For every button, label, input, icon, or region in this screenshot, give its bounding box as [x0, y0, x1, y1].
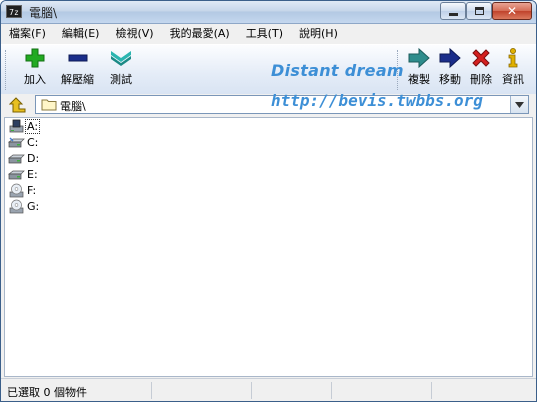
app-window: 7z 電腦\ ✕ 檔案(F) 編輯(E) 檢視(V) 我的最愛(A) 工具(T)…: [0, 0, 537, 402]
drive-label: C:: [27, 135, 39, 149]
move-button[interactable]: 移動: [438, 47, 462, 87]
info-button[interactable]: 資訊: [501, 47, 525, 87]
drive-label: A:: [24, 118, 41, 134]
drive-item-g[interactable]: G:: [7, 198, 40, 214]
delete-label: 刪除: [470, 73, 492, 86]
drive-item-a[interactable]: A:: [7, 118, 41, 134]
url-overlay-text: http://bevis.twbbs.org: [271, 91, 483, 110]
drive-label: D:: [27, 151, 40, 165]
status-separator: [251, 382, 252, 399]
minus-icon: [66, 47, 90, 69]
hard-drive-icon: [7, 134, 25, 150]
hard-drive-icon: [7, 150, 25, 166]
extract-label: 解壓縮: [61, 73, 94, 86]
drive-label: G:: [27, 199, 40, 213]
status-separator: [431, 382, 432, 399]
menu-help[interactable]: 說明(H): [291, 24, 346, 44]
info-icon: [501, 47, 525, 69]
copy-label: 複製: [408, 73, 430, 86]
test-label: 測試: [110, 73, 132, 86]
plus-icon: [23, 47, 47, 69]
status-bar: 已選取 0 個物件: [1, 378, 536, 401]
up-folder-button[interactable]: [5, 95, 31, 115]
drive-label: F:: [27, 183, 37, 197]
extract-button[interactable]: 解壓縮: [61, 47, 94, 87]
status-text: 已選取 0 個物件: [7, 386, 87, 399]
copy-button[interactable]: 複製: [407, 47, 431, 87]
floppy-drive-icon: [7, 118, 25, 134]
drive-label: E:: [27, 167, 38, 181]
hard-drive-icon: [7, 166, 25, 182]
address-path: 電腦\: [60, 100, 86, 113]
menu-favorites[interactable]: 我的最愛(A): [162, 24, 238, 44]
close-button[interactable]: ✕: [492, 2, 532, 20]
double-chevron-down-icon: [109, 47, 133, 69]
cd-drive-icon: [7, 182, 25, 198]
brand-overlay-text: Distant dream: [271, 61, 404, 80]
address-dropdown-button[interactable]: [510, 96, 528, 113]
status-separator: [151, 382, 152, 399]
status-separator: [331, 382, 332, 399]
toolbar-grip[interactable]: [5, 50, 9, 90]
folder-icon: [41, 98, 57, 114]
menu-view[interactable]: 檢視(V): [107, 24, 161, 44]
move-arrow-icon: [438, 47, 462, 69]
app-icon[interactable]: 7z: [6, 5, 22, 18]
delete-button[interactable]: 刪除: [469, 47, 493, 87]
add-button[interactable]: 加入: [23, 47, 47, 87]
drive-item-c[interactable]: C:: [7, 134, 39, 150]
toolbar: 加入 解壓縮 測試 複製 移動 刪除 資訊: [1, 44, 536, 95]
menu-tools[interactable]: 工具(T): [238, 24, 291, 44]
menu-file[interactable]: 檔案(F): [1, 24, 54, 44]
drive-item-e[interactable]: E:: [7, 166, 39, 182]
info-label: 資訊: [502, 73, 524, 86]
window-title: 電腦\: [29, 6, 58, 20]
test-button[interactable]: 測試: [109, 47, 133, 87]
maximize-button[interactable]: [466, 2, 492, 20]
title-bar[interactable]: 7z 電腦\ ✕: [1, 1, 536, 24]
close-icon: ✕: [506, 4, 518, 18]
menu-bar: 檔案(F) 編輯(E) 檢視(V) 我的最愛(A) 工具(T) 說明(H): [1, 24, 536, 44]
chevron-down-icon: [515, 101, 524, 108]
add-label: 加入: [24, 73, 46, 86]
cd-drive-icon: [7, 198, 25, 214]
drive-item-f[interactable]: F:: [7, 182, 37, 198]
minimize-icon: [448, 12, 458, 16]
delete-x-icon: [469, 47, 493, 69]
window-controls: ✕: [440, 2, 532, 20]
move-label: 移動: [439, 73, 461, 86]
drive-item-d[interactable]: D:: [7, 150, 40, 166]
up-arrow-icon: [9, 97, 26, 113]
file-list[interactable]: A: C: D: E: F: G:: [4, 117, 533, 377]
copy-arrow-icon: [407, 47, 431, 69]
minimize-button[interactable]: [440, 2, 466, 20]
menu-edit[interactable]: 編輯(E): [54, 24, 108, 44]
maximize-icon: [474, 7, 484, 15]
